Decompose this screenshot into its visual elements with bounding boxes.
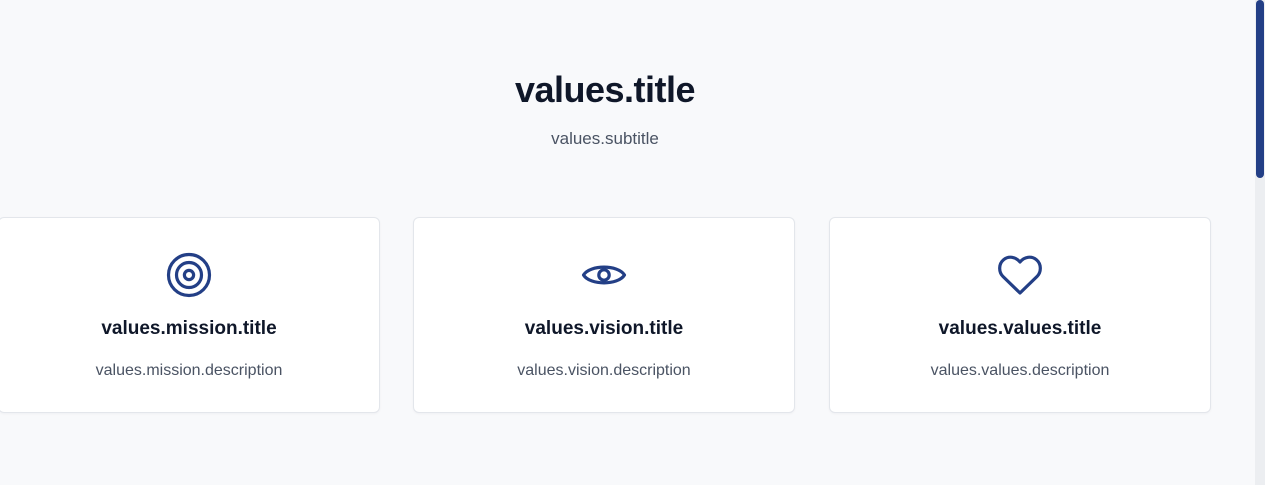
scrollbar-thumb[interactable]: [1256, 0, 1264, 178]
section-subtitle: values.subtitle: [551, 129, 659, 148]
values-title: values.values.title: [938, 318, 1102, 339]
vision-title: values.vision.title: [524, 318, 684, 339]
section-title: values.title: [514, 69, 696, 110]
target-icon: [165, 251, 213, 299]
mission-title: values.mission.title: [101, 318, 277, 339]
values-card: values.values.title values.values.descri…: [829, 217, 1211, 413]
mission-card: values.mission.title values.mission.desc…: [0, 217, 380, 413]
vision-card: values.vision.title values.vision.descri…: [413, 217, 795, 413]
heart-icon: [996, 251, 1044, 299]
mission-description: values.mission.description: [95, 362, 283, 379]
page-scrollbar[interactable]: [1255, 0, 1265, 485]
values-description: values.values.description: [930, 362, 1110, 379]
eye-icon: [580, 251, 628, 299]
values-section: values.title values.subtitle values.miss…: [0, 0, 1255, 485]
vision-description: values.vision.description: [517, 362, 691, 379]
